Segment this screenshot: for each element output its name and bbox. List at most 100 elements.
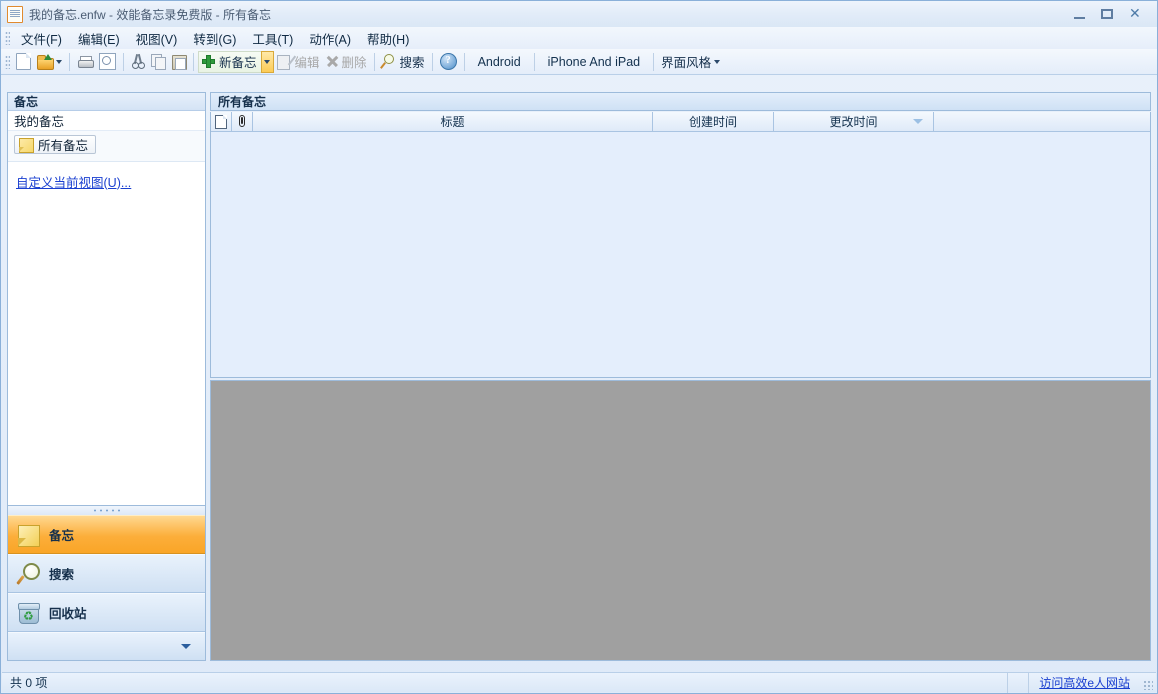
- main-body: 备忘 我的备忘 所有备忘 自定义当前视图(U)... 备忘: [2, 86, 1156, 665]
- edit-label: 编辑: [295, 52, 320, 71]
- navigation-pane: 备忘 我的备忘 所有备忘 自定义当前视图(U)... 备忘: [7, 92, 206, 661]
- menu-item-edit[interactable]: 编辑(E): [70, 26, 128, 51]
- customize-view-link[interactable]: 自定义当前视图(U)...: [16, 176, 131, 190]
- search-button[interactable]: 搜索: [379, 51, 428, 73]
- paste-icon: [172, 54, 186, 69]
- status-bar: 共 0 项 访问高效e人网站: [2, 672, 1156, 692]
- menu-drag-grip[interactable]: [5, 31, 10, 45]
- content-pane: 所有备忘 标题 创建时间 更改时间: [210, 92, 1151, 661]
- note-icon: [18, 524, 40, 546]
- print-button[interactable]: [74, 51, 96, 73]
- search-label: 搜索: [400, 52, 425, 71]
- column-header-created[interactable]: 创建时间: [653, 112, 774, 131]
- customize-view-row: 自定义当前视图(U)...: [8, 162, 205, 191]
- menu-item-help[interactable]: 帮助(H): [359, 26, 417, 51]
- help-icon: ?: [440, 53, 457, 70]
- window-controls: ✕: [1065, 1, 1157, 27]
- new-note-label: 新备忘: [219, 52, 257, 71]
- splitter-grip-icon: [92, 509, 122, 512]
- website-link[interactable]: 访问高效e人网站: [1039, 674, 1130, 691]
- new-file-button[interactable]: [13, 51, 34, 73]
- toolbar-separator: [69, 53, 70, 71]
- resize-grip-icon[interactable]: [1140, 673, 1156, 693]
- toolbar-separator: [534, 53, 535, 71]
- new-note-button[interactable]: 新备忘: [198, 51, 261, 73]
- sort-descending-icon: [913, 119, 923, 124]
- print-preview-button[interactable]: [96, 51, 119, 73]
- folder-tree-panel: 备忘 我的备忘 所有备忘 自定义当前视图(U)...: [7, 92, 206, 506]
- folder-pane-header: 备忘: [8, 93, 205, 111]
- toolbar-separator: [193, 53, 194, 71]
- cut-button[interactable]: [128, 51, 148, 73]
- open-file-button[interactable]: [34, 51, 65, 73]
- sidebar-item-label: 所有备忘: [38, 135, 88, 154]
- paste-button[interactable]: [169, 51, 189, 73]
- window-title: 我的备忘.enfw - 效能备忘录免费版 - 所有备忘: [29, 6, 271, 23]
- minimize-button[interactable]: [1065, 4, 1093, 24]
- status-cell-empty: [1007, 673, 1028, 693]
- chevron-down-icon: [181, 644, 191, 649]
- close-button[interactable]: ✕: [1121, 4, 1149, 24]
- toolbar-separator: [123, 53, 124, 71]
- nav-button-notes[interactable]: 备忘: [8, 515, 205, 554]
- sidebar-item-all-notes[interactable]: 所有备忘: [14, 135, 96, 154]
- nav-expand-row[interactable]: [8, 632, 205, 660]
- status-right-section: 访问高效e人网站: [1007, 673, 1156, 693]
- cut-icon: [131, 54, 145, 69]
- copy-button[interactable]: [148, 51, 169, 73]
- copy-icon: [151, 54, 166, 69]
- minimize-icon: [1074, 17, 1085, 19]
- toolbar-drag-grip[interactable]: [5, 55, 10, 69]
- toolbar-separator: [653, 53, 654, 71]
- menu-item-view[interactable]: 视图(V): [128, 26, 186, 51]
- note-preview-panel: [210, 380, 1151, 661]
- chevron-down-icon: [714, 60, 720, 64]
- nav-button-label: 搜索: [49, 564, 74, 583]
- menu-bar: 文件(F) 编辑(E) 视图(V) 转到(G) 工具(T) 动作(A) 帮助(H…: [1, 27, 1157, 49]
- column-header-modified-label: 更改时间: [829, 113, 877, 130]
- plus-icon: [202, 55, 215, 68]
- note-list-body[interactable]: [211, 132, 1150, 377]
- open-folder-icon: [37, 55, 53, 69]
- iphone-ipad-button[interactable]: iPhone And iPad: [539, 51, 649, 73]
- column-header-modified[interactable]: 更改时间: [774, 112, 934, 131]
- menu-item-tools[interactable]: 工具(T): [244, 26, 301, 51]
- column-header-row: 标题 创建时间 更改时间: [211, 112, 1150, 132]
- nav-button-recycle-bin[interactable]: ♻ 回收站: [8, 593, 205, 632]
- close-x-icon: [326, 55, 339, 68]
- new-document-icon: [16, 53, 31, 70]
- recycle-bin-icon: ♻: [18, 602, 40, 624]
- print-preview-icon: [99, 53, 116, 70]
- nav-button-list: 备忘 搜索 ♻ 回收站: [7, 515, 206, 661]
- menu-item-file[interactable]: 文件(F): [13, 26, 70, 51]
- nav-button-search[interactable]: 搜索: [8, 554, 205, 593]
- column-header-document[interactable]: [211, 112, 232, 131]
- menu-item-action[interactable]: 动作(A): [301, 26, 359, 51]
- print-icon: [77, 55, 93, 69]
- app-icon: [7, 6, 23, 23]
- column-header-attachment[interactable]: [232, 112, 253, 131]
- open-file-dropdown-icon[interactable]: [56, 60, 62, 64]
- note-list-panel: 标题 创建时间 更改时间: [210, 112, 1151, 378]
- skin-style-label: 界面风格: [661, 52, 711, 71]
- content-header: 所有备忘: [210, 92, 1151, 111]
- help-button[interactable]: ?: [437, 51, 460, 73]
- website-link-cell: 访问高效e人网站: [1028, 673, 1140, 693]
- edit-note-button[interactable]: 编辑: [274, 51, 323, 73]
- pane-splitter[interactable]: [7, 506, 206, 515]
- android-button[interactable]: Android: [469, 51, 530, 73]
- title-bar: 我的备忘.enfw - 效能备忘录免费版 - 所有备忘 ✕: [1, 1, 1157, 27]
- column-header-title[interactable]: 标题: [253, 112, 653, 131]
- toolbar-separator: [432, 53, 433, 71]
- close-icon: ✕: [1129, 8, 1141, 20]
- magnifier-icon: [18, 563, 40, 585]
- nav-button-label: 回收站: [49, 603, 87, 622]
- new-note-dropdown-button[interactable]: [261, 51, 274, 73]
- folder-item-row: 所有备忘: [8, 131, 205, 162]
- document-icon: [215, 115, 227, 129]
- maximize-button[interactable]: [1093, 4, 1121, 24]
- menu-item-goto[interactable]: 转到(G): [185, 26, 244, 51]
- delete-note-button[interactable]: 删除: [323, 51, 370, 73]
- maximize-icon: [1101, 9, 1113, 19]
- skin-style-button[interactable]: 界面风格: [658, 51, 723, 73]
